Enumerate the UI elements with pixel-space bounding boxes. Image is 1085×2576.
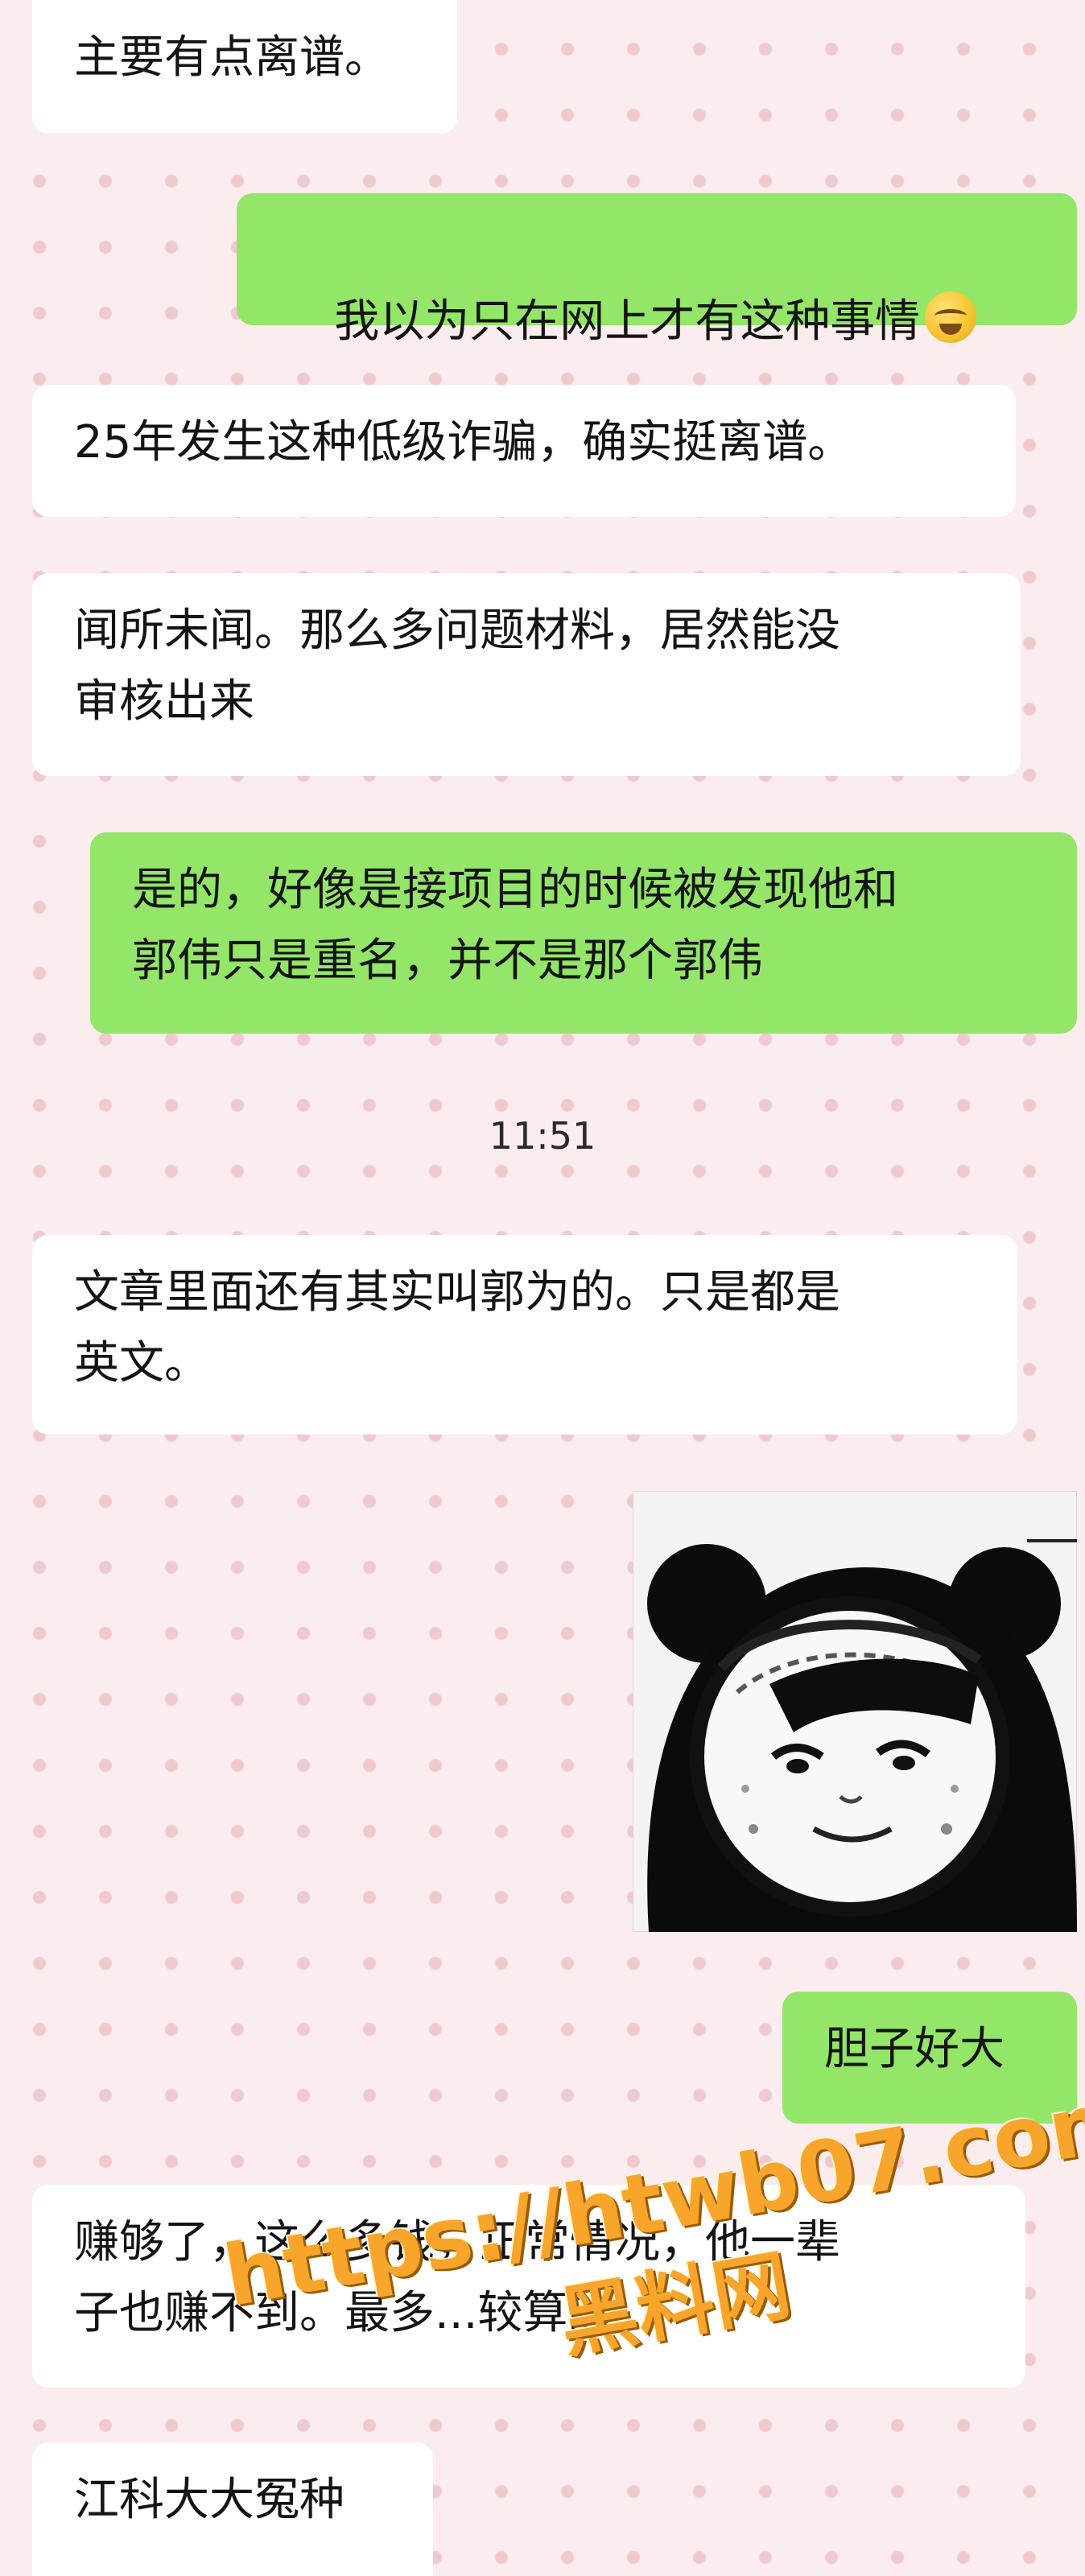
message-bubble-left[interactable]: 江科大大冤种 [32,2442,433,2576]
crying-laughing-emoji-icon [925,291,977,343]
message-bubble-left[interactable]: 赚够了，这么多钱，正常情况，他一辈 子也赚不到。最多...较算的 [32,2185,1025,2388]
message-bubble-right[interactable]: 胆子好大 [782,1992,1077,2124]
panda-meme-sticker[interactable] [633,1491,1077,1932]
panda-face-icon [633,1491,1077,1932]
message-bubble-left[interactable]: 文章里面还有其实叫郭为的。只是都是 英文。 [32,1235,1017,1435]
chat-area: 主要有点离谱。 我以为只在网上才有这种事情 25年发生这种低级诈骗，确实挺离谱。… [0,0,1085,2576]
message-bubble-right[interactable]: 我以为只在网上才有这种事情 [237,193,1077,348]
message-bubble-left[interactable]: 主要有点离谱。 [32,0,457,134]
message-bubble-left[interactable]: 闻所未闻。那么多问题材料，居然能没 审核出来 [32,573,1021,776]
message-bubble-left[interactable]: 25年发生这种低级诈骗，确实挺离谱。 [32,385,1016,517]
message-bubble-right[interactable]: 是的，好像是接项目的时候被发现他和 郭伟只是重名，并不是那个郭伟 [90,832,1077,1034]
message-text: 我以为只在网上才有这种事情 [334,295,921,348]
chat-timestamp: 11:51 [489,1114,596,1158]
